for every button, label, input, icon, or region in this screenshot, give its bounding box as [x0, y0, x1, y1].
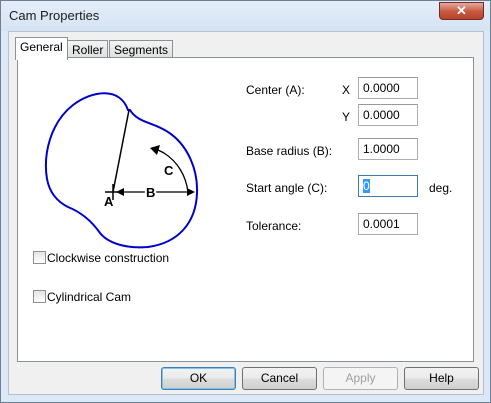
cam-profile: [44, 92, 199, 249]
arrow-b-left: [116, 188, 124, 196]
radius-line-a: [112, 109, 130, 193]
diagram-label-b: B: [146, 185, 155, 200]
center-x-field[interactable]: [358, 77, 418, 99]
x-label: X: [342, 83, 351, 97]
clockwise-label[interactable]: Clockwise construction: [47, 251, 169, 265]
dialog-client-area: General Roller Segments A B C Center (A)…: [8, 31, 484, 395]
base-radius-label: Base radius (B):: [246, 144, 333, 158]
start-angle-value: 0: [363, 179, 370, 193]
tab-segments-label: Segments: [114, 43, 169, 57]
window-title: Cam Properties: [9, 8, 100, 23]
base-radius-field[interactable]: [358, 138, 418, 160]
diagram-label-a: A: [104, 194, 114, 209]
tab-general[interactable]: General: [15, 37, 68, 60]
tab-general-label: General: [20, 40, 63, 54]
arrow-c-head: [150, 145, 160, 155]
help-button[interactable]: Help: [404, 367, 479, 390]
center-y-field[interactable]: [358, 104, 418, 126]
clockwise-checkbox[interactable]: [33, 251, 46, 264]
ok-button[interactable]: OK: [161, 367, 236, 390]
title-bar[interactable]: Cam Properties ✕: [1, 1, 490, 31]
tolerance-field[interactable]: [358, 213, 418, 235]
apply-button[interactable]: Apply: [323, 367, 398, 390]
cylindrical-label[interactable]: Cylindrical Cam: [47, 290, 131, 304]
cancel-button[interactable]: Cancel: [242, 367, 317, 390]
start-angle-field[interactable]: 0: [358, 175, 418, 197]
close-icon: ✕: [456, 3, 467, 18]
tab-roller-label: Roller: [72, 43, 104, 57]
cam-diagram: A B C: [44, 92, 199, 249]
y-label: Y: [342, 110, 351, 124]
diagram-label-c: C: [164, 163, 174, 178]
cylindrical-checkbox[interactable]: [33, 290, 46, 303]
tolerance-label: Tolerance:: [246, 219, 302, 233]
start-angle-unit: deg.: [429, 181, 453, 195]
close-button[interactable]: ✕: [439, 2, 484, 20]
start-angle-label: Start angle (C):: [246, 181, 328, 195]
general-tab-panel: A B C Center (A): X Y Base radius (B): S…: [17, 57, 474, 362]
center-label: Center (A):: [246, 83, 305, 97]
cam-properties-dialog: Cam Properties ✕ General Roller Segments…: [0, 0, 491, 403]
